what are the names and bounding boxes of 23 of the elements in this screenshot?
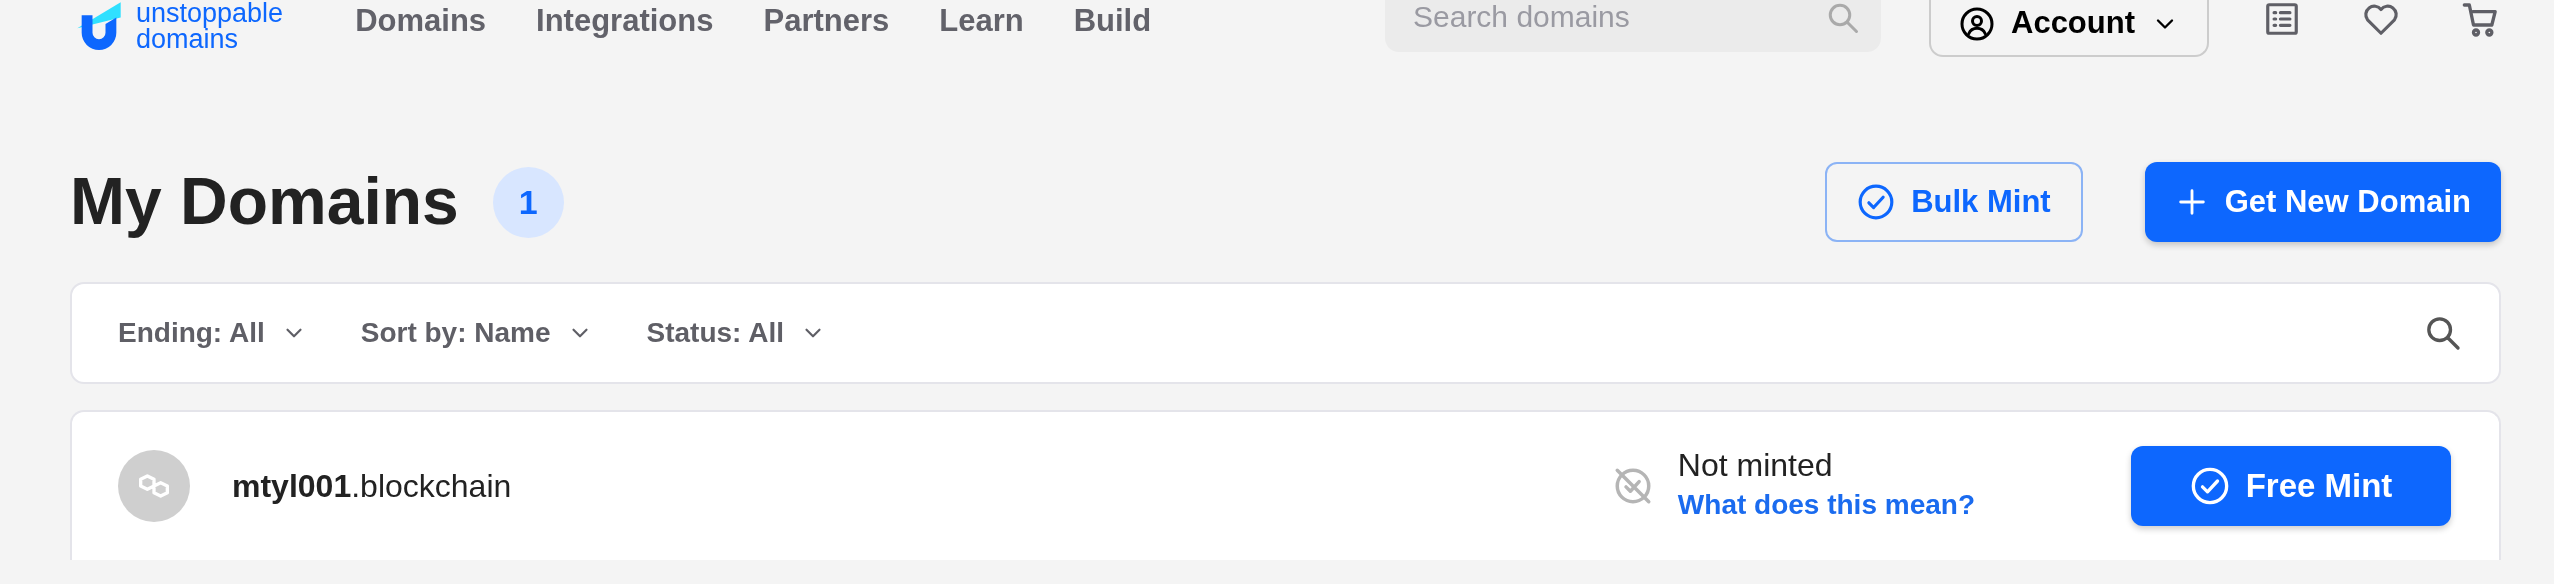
check-circle-icon: [2189, 466, 2230, 506]
logo-text: unstoppable: [136, 0, 284, 26]
filter-dropdown[interactable]: Status: All: [646, 312, 826, 354]
nav-link[interactable]: Learn: [939, 0, 1024, 45]
action-button[interactable]: Bulk Mint: [1825, 162, 2083, 242]
filter-dropdown[interactable]: Ending: All: [118, 312, 307, 354]
check-circle-icon: [1857, 183, 1896, 221]
nav-link[interactable]: Domains: [355, 0, 487, 45]
count-badge: 1: [492, 166, 564, 238]
filter-dropdown[interactable]: Sort by: Name: [360, 312, 593, 354]
mint-button[interactable]: Free Mint: [2131, 446, 2451, 526]
nav-link[interactable]: Partners: [763, 0, 890, 45]
user-icon: [1959, 5, 1995, 42]
help-link[interactable]: What does this mean?: [1677, 484, 1975, 527]
action-button[interactable]: Get New Domain: [2144, 162, 2501, 242]
nav-link[interactable]: Integrations: [536, 0, 714, 45]
nav-link[interactable]: Build: [1073, 0, 1152, 45]
account-button[interactable]: Account: [1929, 0, 2209, 57]
domain-name: mtyl001.blockchain: [232, 467, 512, 506]
list-icon: [2263, 0, 2301, 38]
search-field[interactable]: Search domains: [1385, 0, 1881, 52]
status-text: Not minted: [1677, 445, 1834, 485]
page-title: My Domains: [70, 163, 459, 241]
